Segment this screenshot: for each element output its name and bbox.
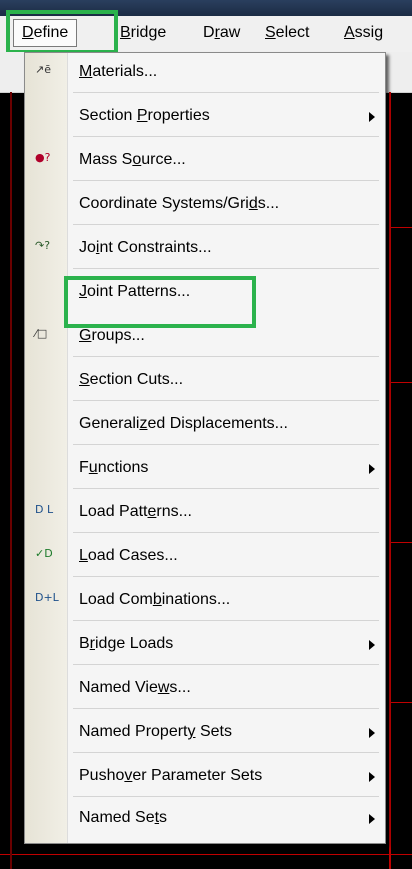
separator: [73, 268, 379, 269]
grid-line: [10, 92, 12, 869]
grid-line: [389, 227, 412, 228]
menu-item-bridge-loads[interactable]: Bridge Loads: [25, 625, 385, 665]
separator: [73, 576, 379, 577]
separator: [73, 136, 379, 137]
separator: [73, 180, 379, 181]
grid-line: [389, 542, 412, 543]
menu-select[interactable]: Select: [265, 24, 309, 42]
title-bar: [0, 0, 412, 16]
separator: [73, 356, 379, 357]
separator: [73, 752, 379, 753]
menu-item-pushover-parameter-sets[interactable]: Pushover Parameter Sets: [25, 757, 385, 797]
menu-item-load-patterns[interactable]: D L Load Patterns...: [25, 493, 385, 533]
menu-item-section-cuts[interactable]: Section Cuts...: [25, 361, 385, 401]
materials-icon: ↗ē: [35, 63, 51, 76]
menu-item-load-cases[interactable]: ✓D Load Cases...: [25, 537, 385, 577]
menu-item-named-views[interactable]: Named Views...: [25, 669, 385, 709]
separator: [73, 796, 379, 797]
menu-item-joint-constraints[interactable]: ↷? Joint Constraints...: [25, 229, 385, 269]
menu-item-named-sets[interactable]: Named Sets: [25, 799, 385, 839]
submenu-arrow-icon: [369, 772, 375, 782]
submenu-arrow-icon: [369, 640, 375, 650]
menu-item-generalized-displacements[interactable]: Generalized Displacements...: [25, 405, 385, 445]
menu-assign[interactable]: Assig: [344, 24, 383, 42]
separator: [73, 92, 379, 93]
grid-line: [389, 382, 412, 383]
grid-line: [0, 854, 412, 855]
menu-item-mass-source[interactable]: ●? Mass Source...: [25, 141, 385, 181]
menu-draw[interactable]: Draw: [203, 24, 240, 42]
submenu-arrow-icon: [369, 814, 375, 824]
menu-item-functions[interactable]: Functions: [25, 449, 385, 489]
load-cases-icon: ✓D: [35, 547, 53, 560]
menu-bar: Define Bridge Draw Select Assig: [0, 16, 412, 53]
separator: [73, 444, 379, 445]
menu-define[interactable]: Define: [13, 19, 78, 47]
menu-item-coordinate-systems[interactable]: Coordinate Systems/Grids...: [25, 185, 385, 225]
groups-icon: ⁄□: [35, 327, 48, 340]
separator: [73, 708, 379, 709]
menu-bridge[interactable]: Bridge: [120, 24, 166, 42]
load-patterns-icon: D L: [35, 503, 54, 516]
separator: [73, 532, 379, 533]
menu-item-joint-patterns[interactable]: Joint Patterns...: [25, 273, 385, 313]
grid-line: [389, 92, 391, 869]
menu-item-named-property-sets[interactable]: Named Property Sets: [25, 713, 385, 753]
separator: [73, 664, 379, 665]
separator: [73, 224, 379, 225]
menu-item-materials[interactable]: ↗ē Materials...: [25, 53, 385, 93]
define-dropdown-menu: ↗ē Materials... Section Properties ●? Ma…: [24, 52, 386, 844]
menu-item-section-properties[interactable]: Section Properties: [25, 97, 385, 137]
submenu-arrow-icon: [369, 112, 375, 122]
load-combinations-icon: D+L: [35, 591, 59, 604]
submenu-arrow-icon: [369, 464, 375, 474]
menu-item-groups[interactable]: ⁄□ Groups...: [25, 317, 385, 357]
separator: [73, 620, 379, 621]
separator: [73, 488, 379, 489]
menu-item-load-combinations[interactable]: D+L Load Combinations...: [25, 581, 385, 621]
grid-line: [389, 702, 412, 703]
mass-source-icon: ●?: [35, 151, 51, 164]
separator: [73, 400, 379, 401]
submenu-arrow-icon: [369, 728, 375, 738]
joint-constraints-icon: ↷?: [35, 239, 51, 252]
